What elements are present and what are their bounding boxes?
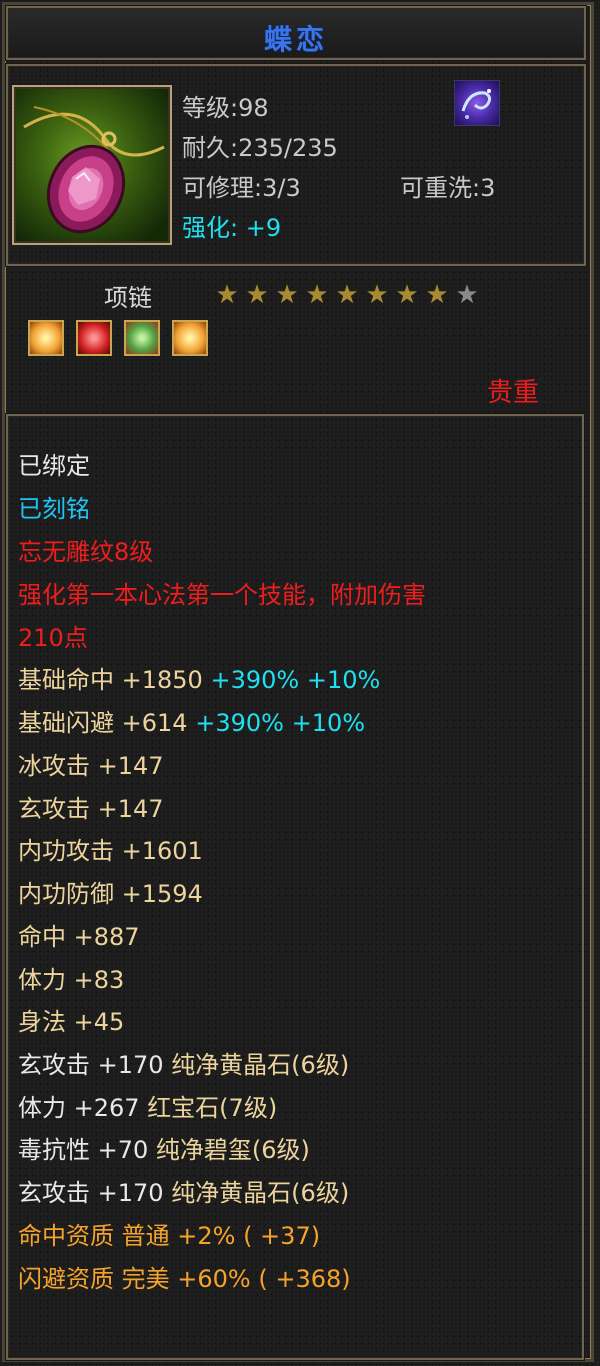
carving-description: 强化第一本心法第一个技能，附加伤害 [18,581,426,609]
star-filled-icon: ★ [305,280,329,310]
rewash-stat: 可重洗:3 [400,174,496,202]
gem-attribute-row: 体力 +267 红宝石(7级) [18,1094,278,1122]
star-filled-icon: ★ [215,280,239,310]
purple-swirl-gem-icon [454,80,500,126]
enhance-stat: 强化: +9 [182,208,281,243]
attribute-row: 玄攻击 +147 [18,795,164,823]
attribute-row: 命中 +887 [18,923,140,951]
yellow-gem-socket-icon[interactable] [172,320,208,356]
slot-type: 项链 [104,284,152,312]
star-filled-icon: ★ [425,280,449,310]
base-stat-row: 基础命中 +1850 +390% +10% [18,666,381,694]
star-filled-icon: ★ [245,280,269,310]
star-empty-icon: ★ [455,280,479,310]
gem-attribute-row: 毒抗性 +70 纯净碧玺(6级) [18,1136,310,1164]
red-gem-socket-icon[interactable] [76,320,112,356]
pink-gem-necklace-icon [12,85,172,245]
yellow-gem-socket-icon[interactable] [28,320,64,356]
aptitude-row: 命中资质 普通 +2% ( +37) [18,1222,321,1250]
star-filled-icon: ★ [335,280,359,310]
attribute-row: 体力 +83 [18,966,125,994]
base-stat-row: 基础闪避 +614 +390% +10% [18,709,366,737]
repair-stat: 可修理:3/3 [182,174,301,202]
gem-attribute-row: 玄攻击 +170 纯净黄晶石(6级) [18,1179,350,1207]
green-gem-socket-icon[interactable] [124,320,160,356]
attribute-row: 内功防御 +1594 [18,880,203,908]
carving-name: 忘无雕纹8级 [18,538,154,566]
title-bar: 蝶恋 [6,6,586,60]
engraved-status: 已刻铭 [18,495,90,523]
bound-status: 已绑定 [18,452,90,480]
star-filled-icon: ★ [395,280,419,310]
aptitude-row: 闪避资质 完美 +60% ( +368) [18,1265,351,1293]
attribute-row: 冰攻击 +147 [18,752,164,780]
star-filled-icon: ★ [365,280,389,310]
attribute-row: 内功攻击 +1601 [18,837,203,865]
durability-stat: 耐久:235/235 [182,134,338,162]
enhance-label: 强化: [182,214,239,242]
gem-attribute-row: 玄攻击 +170 纯净黄晶石(6级) [18,1051,350,1079]
carving-description-cont: 210点 [18,624,88,652]
attribute-row: 身法 +45 [18,1008,125,1036]
star-rating: ★ ★ ★ ★ ★ ★ ★ ★ ★ [212,282,482,308]
level-stat: 等级:98 [182,94,269,122]
star-filled-icon: ★ [275,280,299,310]
item-name: 蝶恋 [263,23,328,56]
enhance-value: +9 [245,214,282,242]
quality-label: 贵重 [487,378,540,408]
